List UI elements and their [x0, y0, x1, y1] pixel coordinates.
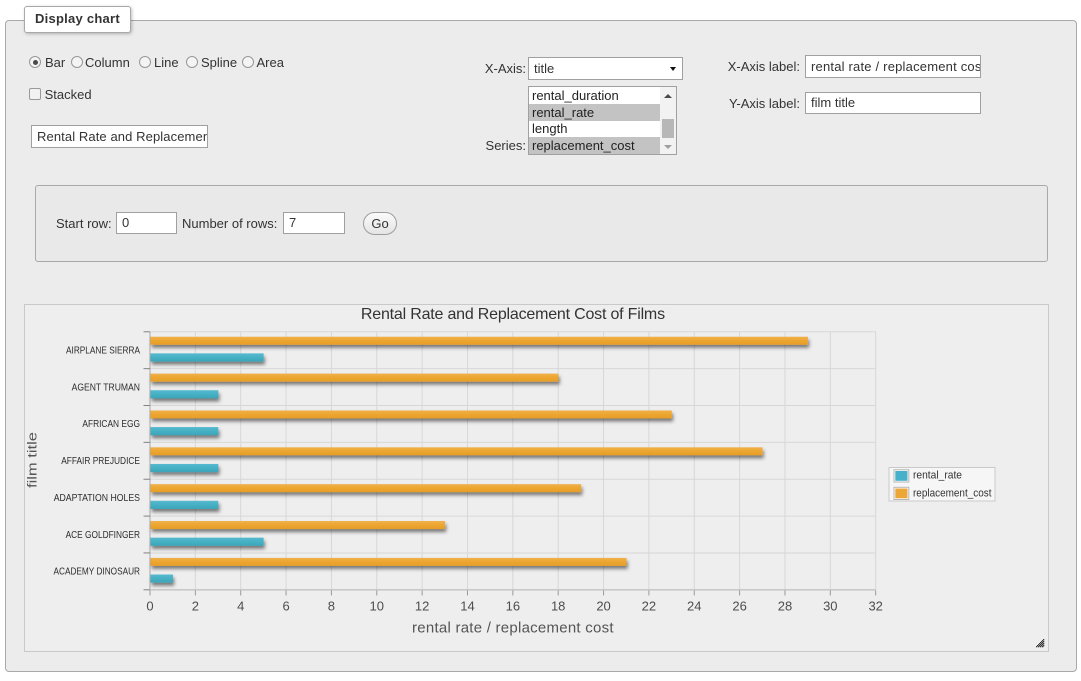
svg-text:ACADEMY DINOSAUR: ACADEMY DINOSAUR [54, 567, 141, 578]
svg-text:12: 12 [415, 599, 429, 614]
svg-text:26: 26 [732, 599, 746, 614]
svg-text:8: 8 [328, 599, 335, 614]
svg-text:10: 10 [370, 599, 384, 614]
svg-text:rental_rate: rental_rate [913, 469, 962, 481]
svg-text:AFRICAN EGG: AFRICAN EGG [82, 419, 140, 430]
svg-text:AIRPLANE SIERRA: AIRPLANE SIERRA [66, 346, 140, 357]
svg-text:4: 4 [237, 599, 244, 614]
svg-text:32: 32 [868, 599, 882, 614]
svg-text:AFFAIR PREJUDICE: AFFAIR PREJUDICE [61, 456, 140, 467]
svg-text:18: 18 [551, 599, 565, 614]
svg-text:2: 2 [192, 599, 199, 614]
svg-text:16: 16 [506, 599, 520, 614]
svg-text:0: 0 [146, 599, 153, 614]
svg-text:14: 14 [460, 599, 474, 614]
svg-text:rental rate / replacement cost: rental rate / replacement cost [412, 620, 614, 637]
svg-text:Rental Rate and Replacement Co: Rental Rate and Replacement Cost of Film… [361, 306, 665, 323]
svg-text:ACE GOLDFINGER: ACE GOLDFINGER [66, 530, 140, 541]
svg-text:6: 6 [282, 599, 289, 614]
svg-text:replacement_cost: replacement_cost [913, 488, 992, 500]
svg-text:20: 20 [596, 599, 610, 614]
svg-text:film title: film title [25, 432, 40, 488]
svg-text:30: 30 [823, 599, 837, 614]
svg-text:AGENT TRUMAN: AGENT TRUMAN [72, 382, 140, 393]
svg-text:24: 24 [687, 599, 701, 614]
svg-text:28: 28 [778, 599, 792, 614]
svg-text:22: 22 [642, 599, 656, 614]
svg-text:ADAPTATION HOLES: ADAPTATION HOLES [54, 493, 141, 504]
